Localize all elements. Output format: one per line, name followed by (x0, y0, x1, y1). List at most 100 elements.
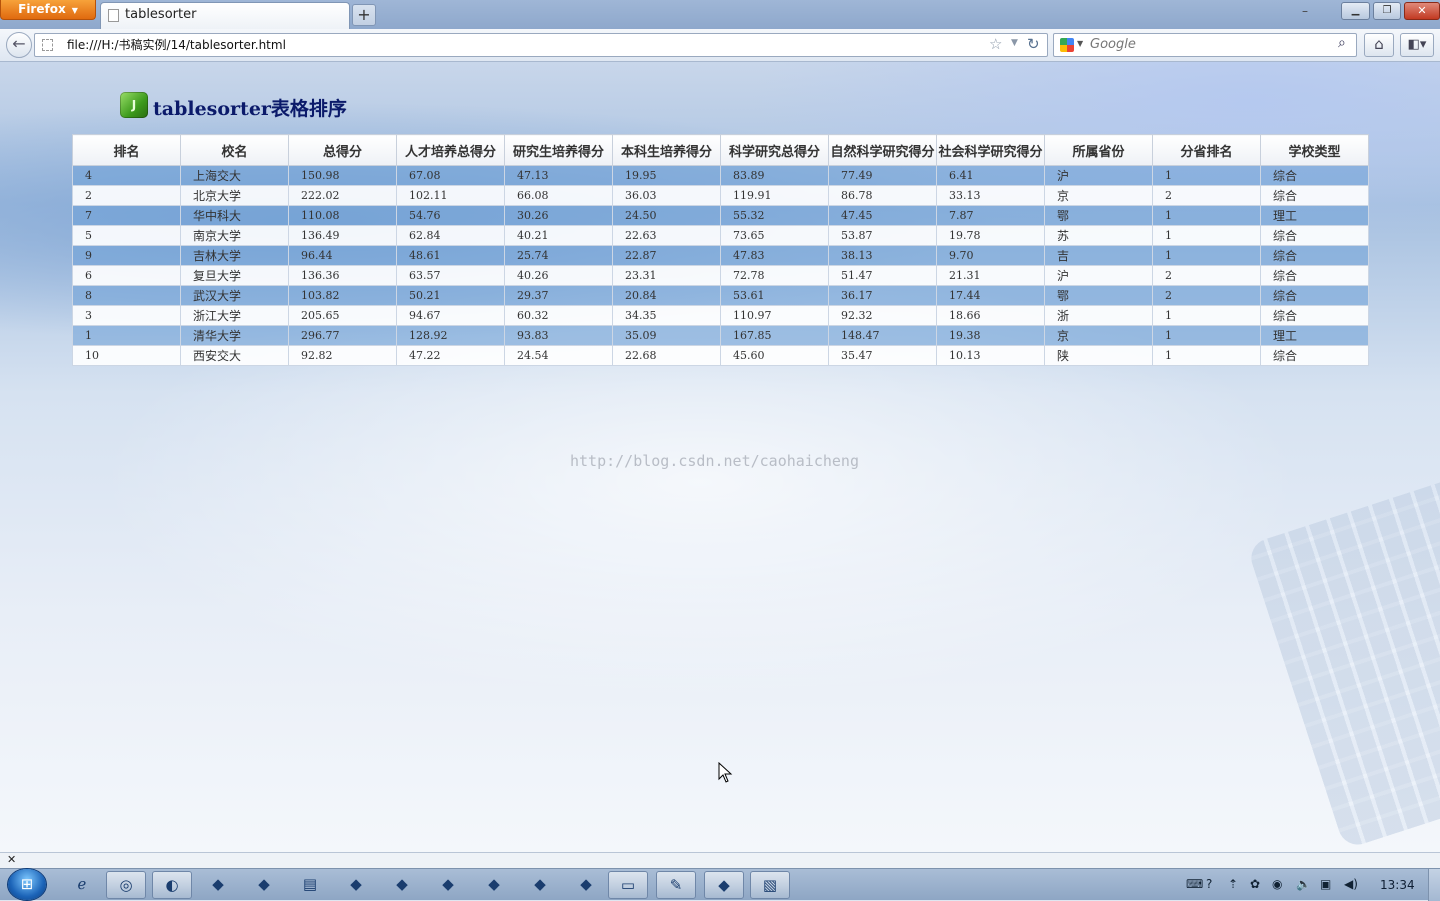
table-row: 7 华中科大 110.08 54.76 30.26 24.50 55.32 47.45 7.87… (72, 205, 1369, 226)
cell-science-score: 148.47 (828, 325, 937, 346)
cell-total-score: 103.82 (288, 285, 397, 306)
restore-button[interactable]: ❐ (1373, 2, 1401, 20)
speaker-icon[interactable]: ◀) (1344, 877, 1358, 891)
firefox-menu-button[interactable]: Firefox ▼ (0, 0, 96, 20)
cell-province: 苏 (1044, 225, 1153, 246)
search-icon[interactable]: ⌕ (1338, 35, 1346, 51)
app-icon[interactable]: ◆ (704, 871, 744, 899)
chevron-down-icon[interactable]: ▼ (1077, 39, 1083, 48)
cell-province: 浙 (1044, 305, 1153, 326)
header-school[interactable]: 校名 (180, 134, 289, 166)
home-button[interactable]: ⌂ (1364, 33, 1394, 57)
app-icon[interactable]: ◆ (382, 871, 422, 899)
new-tab-button[interactable]: + (352, 4, 376, 26)
cell-undergrad-score: 22.87 (612, 245, 721, 266)
clock[interactable]: 13:34 (1380, 869, 1415, 901)
addons-button[interactable]: ◧▾ (1400, 33, 1434, 57)
header-social-score[interactable]: 社会科学研究得分 (936, 134, 1045, 166)
app-icon[interactable]: ◆ (336, 871, 376, 899)
cell-science-score: 36.17 (828, 285, 937, 306)
network-icon[interactable]: ▣ (1320, 877, 1331, 891)
cell-science-score: 86.78 (828, 185, 937, 206)
app-icon[interactable]: ◆ (428, 871, 468, 899)
header-research-score[interactable]: 科学研究总得分 (720, 134, 829, 166)
cell-province-rank: 1 (1152, 225, 1261, 246)
cell-undergrad-score: 20.84 (612, 285, 721, 306)
cell-research-score: 167.85 (720, 325, 829, 346)
folder-icon[interactable]: ▭ (608, 871, 648, 899)
header-province-rank[interactable]: 分省排名 (1152, 134, 1261, 166)
notepad-icon[interactable]: ✎ (656, 871, 696, 899)
address-bar[interactable]: file:///H:/书稿实例/14/tablesorter.html ☆ ▼ … (34, 33, 1048, 57)
header-province[interactable]: 所属省份 (1044, 134, 1153, 166)
cell-social-score: 18.66 (936, 305, 1045, 326)
help-icon[interactable]: ? (1206, 877, 1212, 891)
close-button[interactable]: ✕ (1404, 2, 1440, 20)
close-icon[interactable]: ✕ (7, 853, 16, 867)
document-icon[interactable]: ▤ (290, 871, 330, 899)
cell-undergrad-score: 22.63 (612, 225, 721, 246)
logo-icon: J (120, 92, 148, 118)
search-input[interactable]: Google (1090, 34, 1136, 56)
firefox-icon[interactable]: ◐ (152, 871, 192, 899)
app-icon[interactable]: ◆ (566, 871, 606, 899)
header-graduate-score[interactable]: 研究生培养得分 (504, 134, 613, 166)
reload-icon[interactable]: ↻ (1027, 35, 1040, 53)
cell-undergrad-score: 35.09 (612, 325, 721, 346)
header-undergrad-score[interactable]: 本科生培养得分 (612, 134, 721, 166)
volume-icon[interactable]: 🔈 (1296, 877, 1311, 891)
table-row: 8 武汉大学 103.82 50.21 29.37 20.84 53.61 36.17 17.4… (72, 285, 1369, 306)
chevron-down-icon: ▼ (71, 6, 78, 15)
firefox-menu-label: Firefox (18, 2, 66, 16)
header-school-type[interactable]: 学校类型 (1260, 134, 1369, 166)
cell-graduate-score: 25.74 (504, 245, 613, 266)
show-desktop-button[interactable] (1428, 869, 1440, 901)
table-row: 1 清华大学 296.77 128.92 93.83 35.09 167.85 148.47 1… (72, 325, 1369, 346)
ranking-table: 排名 校名 总得分 人才培养总得分 研究生培养得分 本科生培养得分 科学研究总得… (72, 134, 1369, 366)
cell-social-score: 9.70 (936, 245, 1045, 266)
tray-app-icon[interactable]: ◉ (1272, 877, 1282, 891)
keyboard-icon[interactable]: ⌨ (1186, 877, 1203, 891)
app-icon[interactable]: ◆ (244, 871, 284, 899)
url-text[interactable]: file:///H:/书稿实例/14/tablesorter.html (67, 34, 286, 56)
cell-province-rank: 1 (1152, 165, 1261, 186)
tab-tablesorter[interactable]: tablesorter (100, 2, 350, 29)
cell-rank: 1 (72, 325, 181, 346)
cell-rank: 5 (72, 225, 181, 246)
table-row: 2 北京大学 222.02 102.11 66.08 36.03 119.91 86.78 33… (72, 185, 1369, 206)
cell-graduate-score: 24.54 (504, 345, 613, 366)
cell-talent-score: 48.61 (396, 245, 505, 266)
header-rank[interactable]: 排名 (72, 134, 181, 166)
bookmark-star-icon[interactable]: ☆ (989, 35, 1002, 53)
start-button[interactable]: ⊞ (8, 869, 46, 900)
google-icon[interactable] (1060, 38, 1074, 52)
arrow-up-icon[interactable]: ⇡ (1228, 877, 1238, 891)
pdf-icon[interactable]: ▧ (750, 871, 790, 899)
app-icon[interactable]: ◆ (520, 871, 560, 899)
cell-school: 吉林大学 (180, 245, 289, 266)
minimize-button[interactable]: ▁ (1341, 2, 1370, 20)
cell-province-rank: 1 (1152, 205, 1261, 226)
cell-graduate-score: 40.26 (504, 265, 613, 286)
ie-icon[interactable]: ℯ (62, 871, 102, 899)
site-identity-icon[interactable] (42, 39, 53, 51)
app-icon[interactable]: ◆ (198, 871, 238, 899)
cell-school-type: 综合 (1260, 245, 1369, 266)
window-titlebar: Firefox ▼ tablesorter + – ▁ ❐ ✕ (0, 0, 1440, 29)
header-total-score[interactable]: 总得分 (288, 134, 397, 166)
cell-total-score: 136.49 (288, 225, 397, 246)
cell-graduate-score: 47.13 (504, 165, 613, 186)
header-talent-score[interactable]: 人才培养总得分 (396, 134, 505, 166)
cell-school: 清华大学 (180, 325, 289, 346)
tray-app-icon[interactable]: ✿ (1250, 877, 1260, 891)
back-button[interactable]: ← (6, 32, 32, 58)
app-icon[interactable]: ◆ (474, 871, 514, 899)
cell-science-score: 51.47 (828, 265, 937, 286)
cell-school: 复旦大学 (180, 265, 289, 286)
chrome-icon[interactable]: ◎ (106, 871, 146, 899)
search-bar[interactable]: ▼ Google ⌕ (1053, 33, 1357, 57)
cell-rank: 6 (72, 265, 181, 286)
header-science-score[interactable]: 自然科学研究得分 (828, 134, 937, 166)
cell-science-score: 47.45 (828, 205, 937, 226)
history-dropdown-icon[interactable]: ▼ (1011, 38, 1018, 48)
